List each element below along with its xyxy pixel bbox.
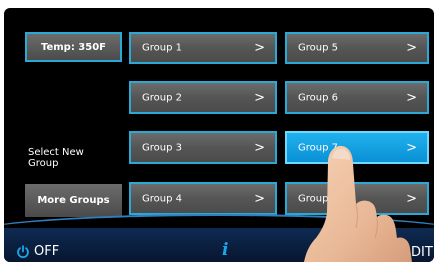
- group-label: Group 5: [298, 42, 338, 54]
- temp-button[interactable]: Temp: 350F: [25, 32, 122, 62]
- group-1-button[interactable]: Group 1 >: [129, 32, 277, 64]
- group-label: Group 3: [142, 142, 182, 153]
- edit-button[interactable]: DIT: [411, 245, 433, 260]
- chevron-right-icon: >: [254, 140, 265, 155]
- group-4-button[interactable]: Group 4 >: [129, 182, 277, 215]
- group-label: Group 1: [142, 42, 182, 54]
- info-icon[interactable]: i: [222, 240, 228, 260]
- chevron-right-icon: >: [406, 140, 417, 155]
- group-8-button[interactable]: Group >: [285, 182, 429, 215]
- group-label: Group 6: [298, 92, 338, 103]
- group-5-button[interactable]: Group 5 >: [285, 32, 429, 64]
- more-groups-label: More Groups: [37, 195, 110, 206]
- chevron-right-icon: >: [254, 40, 265, 56]
- group-3-button[interactable]: Group 3 >: [129, 131, 277, 164]
- group-label: Group: [298, 193, 329, 204]
- group-7-button[interactable]: Group 7 >: [285, 131, 429, 164]
- group-2-button[interactable]: Group 2 >: [129, 81, 277, 114]
- group-6-button[interactable]: Group 6 >: [285, 81, 429, 114]
- chevron-right-icon: >: [254, 90, 265, 105]
- off-button[interactable]: OFF: [16, 244, 59, 259]
- group-label: Group 2: [142, 92, 182, 103]
- select-new-group-label: Select New Group: [28, 147, 108, 169]
- power-icon: [17, 244, 29, 258]
- device-screen: Temp: 350F Group 1 > Group 2 > Group 3 >…: [4, 8, 434, 262]
- temp-label: Temp: 350F: [40, 41, 107, 53]
- group-label: Group 7: [298, 142, 338, 153]
- select-new-group-text: Select New Group: [28, 147, 84, 169]
- chevron-right-icon: >: [406, 40, 417, 56]
- chevron-right-icon: >: [406, 191, 417, 206]
- group-label: Group 4: [142, 193, 182, 204]
- footer-divider: [4, 214, 434, 256]
- chevron-right-icon: >: [406, 90, 417, 105]
- chevron-right-icon: >: [254, 191, 265, 206]
- info-symbol: i: [222, 240, 229, 260]
- edit-label: DIT: [411, 245, 433, 260]
- off-label: OFF: [34, 244, 60, 259]
- more-groups-button[interactable]: More Groups: [25, 184, 122, 217]
